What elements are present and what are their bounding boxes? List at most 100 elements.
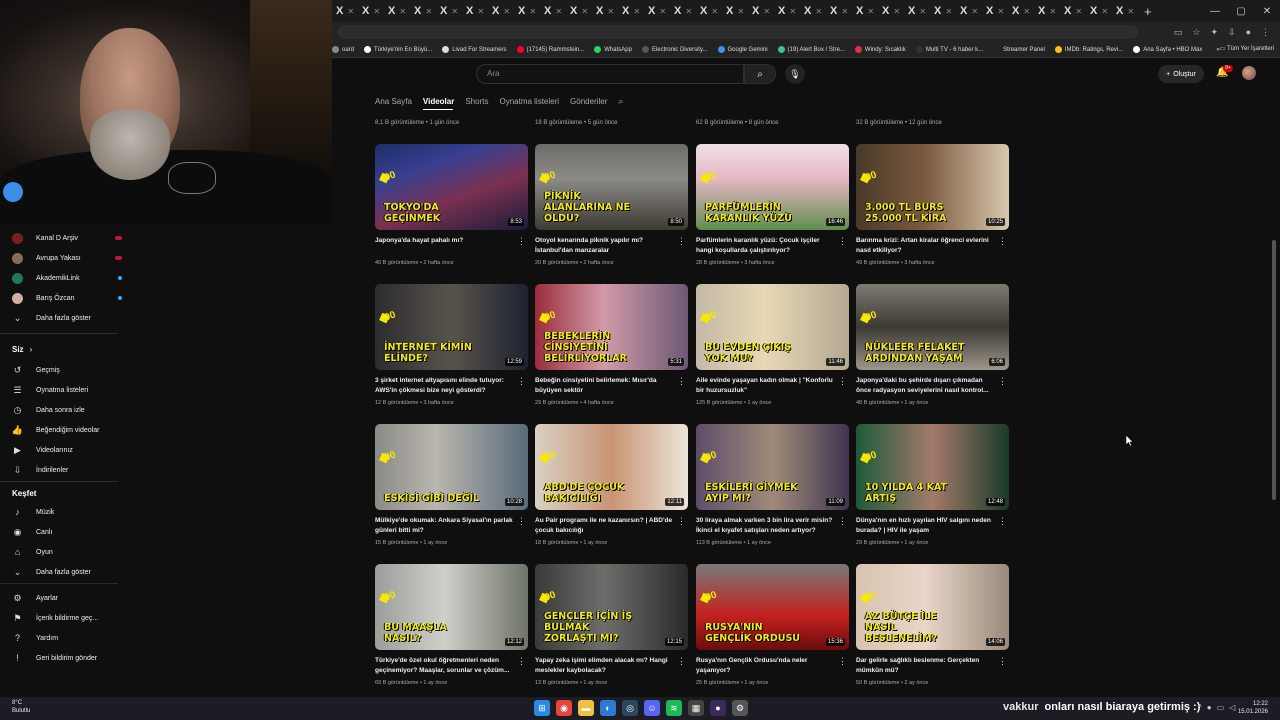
browser-tab[interactable]: X ✕: [748, 0, 774, 22]
close-tab-icon[interactable]: ✕: [815, 7, 822, 16]
create-button[interactable]: + Oluştur: [1158, 65, 1204, 83]
more-options-icon[interactable]: ⋮: [838, 376, 847, 387]
browser-tab[interactable]: X ✕: [800, 0, 826, 22]
close-tab-icon[interactable]: ✕: [971, 7, 978, 16]
bookmark[interactable]: Livad For Streamers: [442, 46, 507, 53]
tab-1[interactable]: Videolar: [423, 97, 454, 106]
subscription-item[interactable]: AkademikLink: [12, 271, 122, 285]
close-tab-icon[interactable]: ✕: [477, 7, 484, 16]
browser-tab[interactable]: X ✕: [904, 0, 930, 22]
video-title[interactable]: Rusya'nın Gençlik Ordusu'nda neler yaşan…: [696, 656, 836, 675]
browser-tab[interactable]: X ✕: [384, 0, 410, 22]
nav-item-history[interactable]: ↺ Geçmiş: [12, 363, 122, 377]
browser-tab[interactable]: X ✕: [462, 0, 488, 22]
close-tab-icon[interactable]: ✕: [841, 7, 848, 16]
browser-tab[interactable]: X ✕: [514, 0, 540, 22]
video-card[interactable]: 90 PARFÜMLERİN KARANLIK YÜZÜ 16:46 Parfümle…: [696, 144, 849, 266]
more-options-icon[interactable]: ⋮: [677, 236, 686, 247]
close-tab-icon[interactable]: ✕: [373, 7, 380, 16]
video-title[interactable]: Aile evinde yaşayan kadın olmak | "Konfo…: [696, 376, 836, 395]
browser-tab[interactable]: X ✕: [1086, 0, 1112, 22]
video-thumbnail[interactable]: 90 PİKNİK ALANLARINA NE OLDU? 8:50: [535, 144, 688, 230]
more-options-icon[interactable]: ⋮: [517, 376, 526, 387]
profile-icon[interactable]: ●: [1246, 27, 1251, 38]
close-tab-icon[interactable]: ✕: [945, 7, 952, 16]
browser-tab[interactable]: X ✕: [436, 0, 462, 22]
nav-item-flag[interactable]: ⚑ İçerik bildirme geç...: [12, 611, 122, 625]
close-tab-icon[interactable]: ✕: [919, 7, 926, 16]
clock[interactable]: 12:22 15.01.2026: [1238, 700, 1268, 716]
bookmark[interactable]: WhatsApp: [594, 46, 632, 53]
network-icon[interactable]: ▭: [1217, 703, 1225, 712]
more-options-icon[interactable]: ⋮: [998, 376, 1007, 387]
close-tab-icon[interactable]: ✕: [867, 7, 874, 16]
video-card[interactable]: 90 NÜKLEER FELAKET ARDINDAN YAŞAM 6:06 Japo…: [856, 284, 1009, 406]
video-thumbnail[interactable]: 90 AZ BÜTÇE İLE NASIL BESLENELİM? 14:06: [856, 564, 1009, 650]
video-title[interactable]: Japonya'da hayat pahalı mı?: [375, 236, 515, 246]
close-tab-icon[interactable]: ✕: [607, 7, 614, 16]
video-card[interactable]: 90 3.000 TL BURS 25.000 TL KİRA 10:25 Barın…: [856, 144, 1009, 266]
browser-tab[interactable]: X ✕: [774, 0, 800, 22]
you-heading[interactable]: Siz ›: [12, 345, 32, 354]
video-card[interactable]: 90 BEBEKLERİN CİNSİYETİNİ BELİRLİYORLAR 5:…: [535, 284, 688, 406]
browser-tab[interactable]: X ✕: [1008, 0, 1034, 22]
close-tab-icon[interactable]: ✕: [555, 7, 562, 16]
video-thumbnail[interactable]: 90 BEBEKLERİN CİNSİYETİNİ BELİRLİYORLAR 5:…: [535, 284, 688, 370]
tab-3[interactable]: Oynatma listeleri: [499, 97, 559, 106]
video-title[interactable]: Bebeğin cinsiyetini belirlemek: Mısır'da…: [535, 376, 675, 395]
video-thumbnail[interactable]: 90 TOKYO'DA GEÇİNMEK 8:53: [375, 144, 528, 230]
video-title[interactable]: Dünya'nın en hızlı yayılan HIV salgını n…: [856, 516, 996, 535]
browser-tab[interactable]: X ✕: [956, 0, 982, 22]
edge-icon[interactable]: ◐: [600, 700, 616, 716]
tab-4[interactable]: Gönderiler: [570, 97, 607, 106]
nav-item-clock[interactable]: ◷ Daha sonra izle: [12, 403, 122, 417]
video-card[interactable]: 90 TOKYO'DA GEÇİNMEK 8:53 Japonya'da hayat …: [375, 144, 528, 266]
tab-0[interactable]: Ana Sayfa: [375, 97, 412, 106]
video-card[interactable]: 90 İNTERNET KİMİN ELİNDE? 12:59 3 şirket in…: [375, 284, 528, 406]
video-card[interactable]: 90 GENÇLER İÇİN İŞ BULMAK ZORLAŞTI MI? 12:…: [535, 564, 688, 686]
close-tab-icon[interactable]: ✕: [1127, 7, 1134, 16]
close-tab-icon[interactable]: ✕: [763, 7, 770, 16]
close-tab-icon[interactable]: ✕: [581, 7, 588, 16]
close-tab-icon[interactable]: ✕: [711, 7, 718, 16]
video-thumbnail[interactable]: 90 BU MAAŞLA NASIL? 12:12: [375, 564, 528, 650]
video-card[interactable]: 90 RUSYA'NIN GENÇLİK ORDUSU 15:36 Rusya'nın…: [696, 564, 849, 686]
video-card[interactable]: 90 AZ BÜTÇE İLE NASIL BESLENELİM? 14:06 Dar…: [856, 564, 1009, 686]
nav-item-like[interactable]: 👍 Beğendiğim videolar: [12, 423, 122, 437]
close-tab-icon[interactable]: ✕: [633, 7, 640, 16]
more-options-icon[interactable]: ⋮: [677, 516, 686, 527]
bookmark[interactable]: IMDb: Ratings, Revi...: [1054, 46, 1123, 53]
video-title[interactable]: Au Pair programı ile ne kazanırsın? | AB…: [535, 516, 675, 535]
channel-search-icon[interactable]: ⌕: [618, 96, 623, 107]
chevron-up-icon[interactable]: ^: [1198, 703, 1202, 712]
calculator-icon[interactable]: ▦: [688, 700, 704, 716]
browser-tab[interactable]: X ✕: [1034, 0, 1060, 22]
chrome-icon[interactable]: ◉: [556, 700, 572, 716]
close-tab-icon[interactable]: ✕: [789, 7, 796, 16]
extensions-icon[interactable]: ✦: [1210, 27, 1218, 38]
new-tab-icon[interactable]: +: [1144, 4, 1152, 19]
close-tab-icon[interactable]: ✕: [451, 7, 458, 16]
browser-tab[interactable]: X ✕: [982, 0, 1008, 22]
more-options-icon[interactable]: ⋮: [517, 236, 526, 247]
bookmark[interactable]: Streamer Panel: [993, 46, 1045, 53]
tab-2[interactable]: Shorts: [465, 97, 488, 106]
nav-item-help[interactable]: ? Yardım: [12, 631, 122, 645]
close-tab-icon[interactable]: ✕: [737, 7, 744, 16]
obs-icon[interactable]: ●: [710, 700, 726, 716]
voice-search-button[interactable]: 🎙: [785, 64, 805, 84]
more-options-icon[interactable]: ⋮: [517, 516, 526, 527]
browser-tab[interactable]: X ✕: [852, 0, 878, 22]
download-icon[interactable]: ⇩: [1228, 27, 1236, 38]
browser-tab[interactable]: X ✕: [332, 0, 358, 22]
close-tab-icon[interactable]: ✕: [503, 7, 510, 16]
more-options-icon[interactable]: ⋮: [677, 656, 686, 667]
minimize-icon[interactable]: —: [1202, 6, 1228, 17]
video-title[interactable]: Türkiye'de özel okul öğretmenleri neden …: [375, 656, 515, 675]
spotify-icon[interactable]: ≋: [666, 700, 682, 716]
video-thumbnail[interactable]: 90 İNTERNET KİMİN ELİNDE? 12:59: [375, 284, 528, 370]
browser-tab[interactable]: X ✕: [644, 0, 670, 22]
nav-item-feedback[interactable]: ! Geri bildirim gönder: [12, 651, 122, 665]
maximize-icon[interactable]: ▢: [1228, 6, 1254, 17]
discord-icon[interactable]: ☺: [644, 700, 660, 716]
